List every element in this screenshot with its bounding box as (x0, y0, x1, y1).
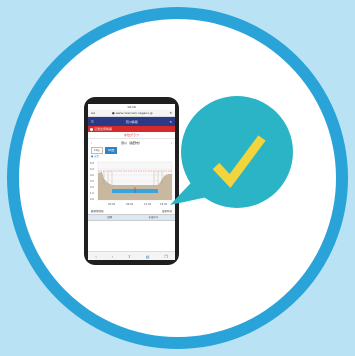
speech-bubble-tail (170, 168, 212, 205)
check-mark-icon (212, 135, 266, 189)
